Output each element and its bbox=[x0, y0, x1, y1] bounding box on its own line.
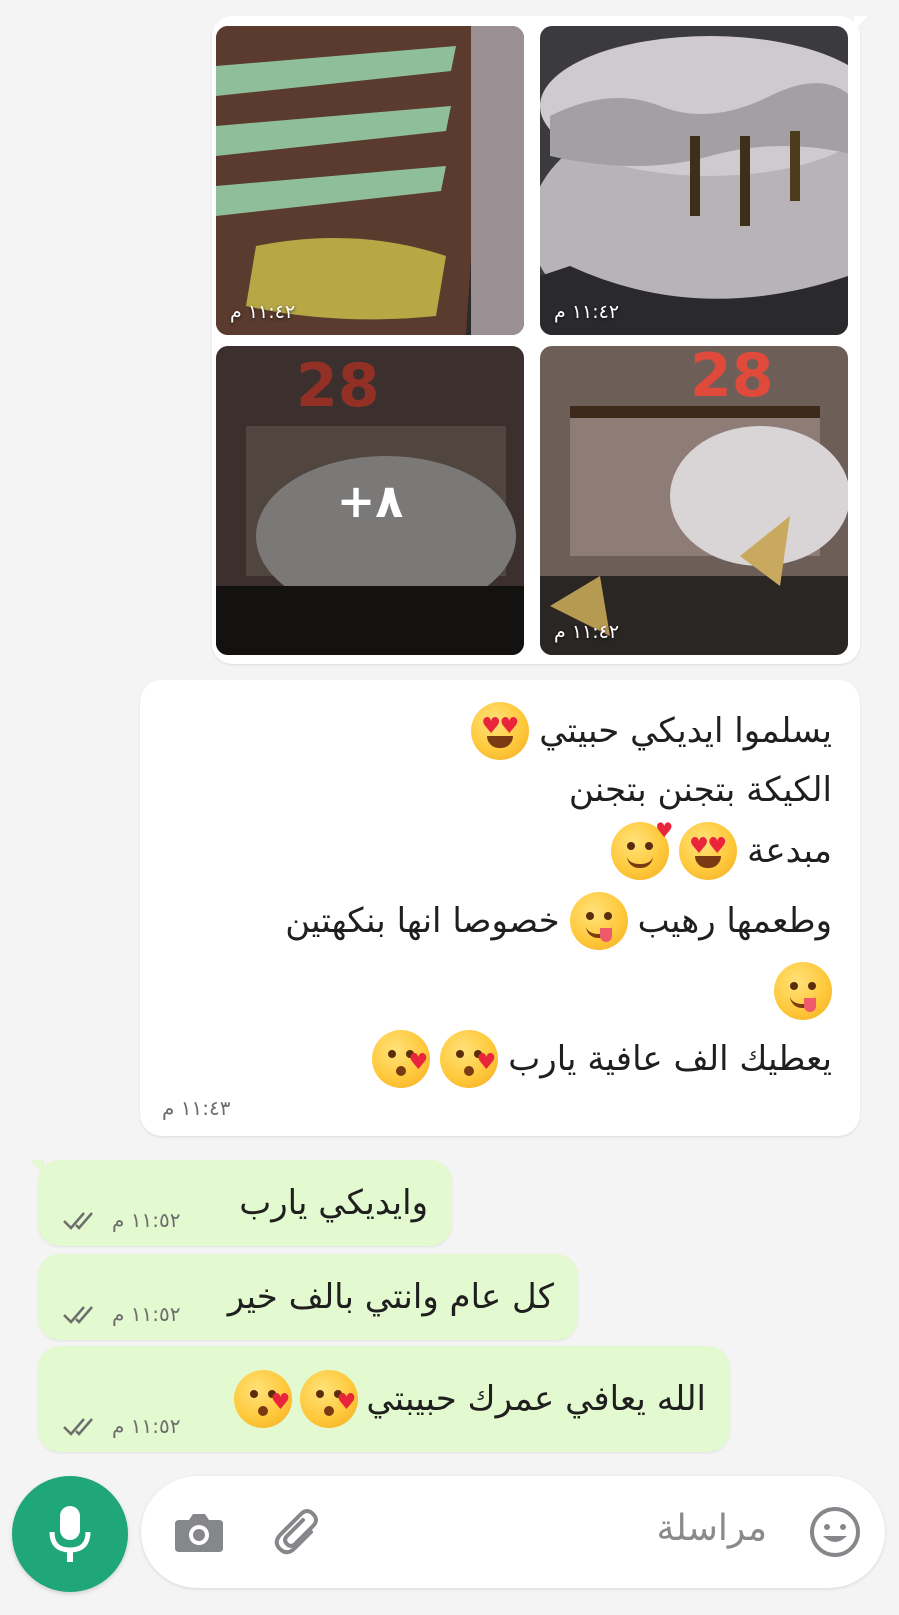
mic-icon bbox=[49, 1506, 91, 1562]
more-photos-count: +٨ bbox=[216, 346, 524, 655]
message-time: ١١:٥٢ م bbox=[112, 1208, 181, 1232]
photo-time: ١١:٤٢ م bbox=[230, 301, 296, 323]
message-line: وطعمها رهيب خصوصا انها بنكهتين bbox=[285, 892, 832, 950]
camera-icon[interactable] bbox=[171, 1504, 227, 1560]
message-line: مبدعة bbox=[611, 818, 832, 880]
message-time: ١١:٥٢ م bbox=[112, 1414, 181, 1438]
double-check-icon bbox=[63, 1418, 93, 1436]
message-line: الله يعافي عمرك حبيبتي bbox=[234, 1370, 706, 1428]
image-album-bubble: ١١:٤٢ م ١١:٤٢ م 28 ١١:٤٢ م 28 +٨ bbox=[212, 16, 868, 664]
message-input[interactable]: مراسلة bbox=[656, 1508, 767, 1549]
message-text: كل عام وانتي بالف خير bbox=[227, 1277, 554, 1317]
message-meta: ١١:٥٢ م bbox=[62, 1302, 180, 1326]
photo-time: ١١:٤٢ م bbox=[554, 621, 620, 643]
yum-emoji-icon bbox=[569, 892, 628, 950]
double-check-icon bbox=[63, 1306, 93, 1324]
message-line: الكيكة بتجنن بتجنن bbox=[569, 770, 832, 810]
double-check-icon bbox=[63, 1212, 93, 1230]
photo-cake-slice[interactable]: ١١:٤٢ م bbox=[216, 26, 524, 335]
message-line: يعطيك الف عافية يارب bbox=[372, 1030, 832, 1088]
message-time: ١١:٥٢ م bbox=[112, 1302, 181, 1326]
photo-time: ١١:٤٢ م bbox=[554, 301, 620, 323]
message-line bbox=[774, 962, 832, 1020]
svg-text:28: 28 bbox=[690, 346, 774, 411]
outgoing-message[interactable]: كل عام وانتي بالف خير ١١:٥٢ م bbox=[38, 1254, 578, 1340]
kiss-emoji-icon bbox=[440, 1030, 499, 1088]
message-meta: ١١:٥٢ م bbox=[62, 1414, 180, 1438]
message-text: الله يعافي عمرك حبيبتي bbox=[366, 1379, 706, 1419]
kiss-emoji-icon bbox=[372, 1030, 431, 1088]
heart-eyes-emoji-icon bbox=[471, 702, 530, 760]
incoming-message[interactable]: يسلموا ايديكي حبيتي الكيكة بتجنن بتجنن م… bbox=[140, 680, 860, 1136]
message-text: يسلموا ايديكي حبيتي bbox=[539, 711, 832, 751]
smiling-hearts-emoji-icon bbox=[611, 818, 673, 880]
message-text: يعطيك الف عافية يارب bbox=[508, 1039, 832, 1079]
message-text: الكيكة بتجنن بتجنن bbox=[568, 770, 832, 810]
photo-cake-more[interactable]: 28 +٨ bbox=[216, 346, 524, 655]
mic-button[interactable] bbox=[12, 1476, 128, 1592]
message-text: خصوصا انها بنكهتين bbox=[285, 901, 560, 941]
message-line: يسلموا ايديكي حبيتي bbox=[471, 702, 832, 760]
message-input-bar[interactable]: مراسلة bbox=[141, 1476, 885, 1588]
message-text: وطعمها رهيب bbox=[637, 901, 832, 941]
outgoing-message[interactable]: الله يعافي عمرك حبيبتي ١١:٥٢ م bbox=[38, 1346, 730, 1452]
chat-area: ١١:٤٢ م ١١:٤٢ م 28 ١١:٤٢ م 28 +٨ يسلموا … bbox=[0, 0, 899, 1470]
photo-cake-candles[interactable]: 28 ١١:٤٢ م bbox=[540, 346, 848, 655]
message-text: وايديكي يارب bbox=[239, 1183, 428, 1223]
message-text: مبدعة bbox=[747, 831, 832, 871]
kiss-emoji-icon bbox=[234, 1370, 293, 1428]
kiss-emoji-icon bbox=[300, 1370, 359, 1428]
message-meta: ١١:٥٢ م bbox=[62, 1208, 180, 1232]
attach-icon[interactable] bbox=[271, 1504, 327, 1560]
photo-cake-top[interactable]: ١١:٤٢ م bbox=[540, 26, 848, 335]
heart-eyes-emoji-icon bbox=[679, 822, 738, 880]
outgoing-message[interactable]: وايديكي يارب ١١:٥٢ م bbox=[30, 1160, 452, 1246]
yum-emoji-icon bbox=[774, 962, 832, 1020]
message-time: ١١:٤٣ م bbox=[162, 1096, 231, 1120]
emoji-icon[interactable] bbox=[807, 1504, 863, 1560]
